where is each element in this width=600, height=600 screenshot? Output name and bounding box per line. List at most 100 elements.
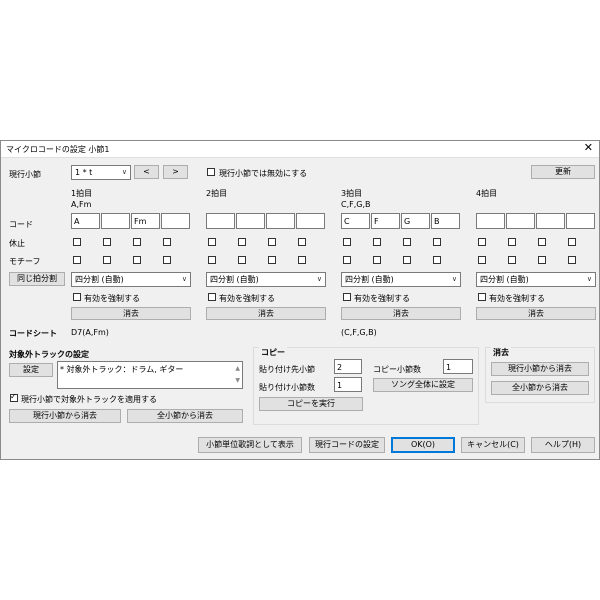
beat-3-chord-4[interactable]: B	[431, 213, 460, 229]
beat-2-chord-4[interactable]	[296, 213, 325, 229]
beat-3-chords-summary: C,F,G,B	[341, 200, 371, 209]
chevron-down-icon: ∨	[181, 275, 187, 283]
beat-2-motif-checkbox-3[interactable]	[268, 256, 276, 264]
beat-1-chords-summary: A,Fm	[71, 200, 92, 209]
beat-4-motif-checkbox-2[interactable]	[508, 256, 516, 264]
run-copy-button[interactable]: コピーを実行	[259, 397, 363, 411]
beat-3-rest-checkbox-2[interactable]	[373, 238, 381, 246]
beat-2-rest-checkbox-1[interactable]	[208, 238, 216, 246]
whole-song-button[interactable]: ソング全体に設定	[373, 378, 473, 392]
beat-2-force-checkbox[interactable]	[208, 293, 216, 301]
beat-1-clear-button[interactable]: 消去	[71, 307, 191, 320]
show-lyrics-button[interactable]: 小節単位歌詞として表示	[198, 437, 302, 453]
beat-3-chord-2[interactable]: F	[371, 213, 400, 229]
beat-3-force-checkbox[interactable]	[343, 293, 351, 301]
beat-3-motif-checkbox-2[interactable]	[373, 256, 381, 264]
beat-1-chord-2[interactable]	[101, 213, 130, 229]
beat-1-motif-checkbox-1[interactable]	[73, 256, 81, 264]
beat-4-chord-2[interactable]	[506, 213, 535, 229]
beat-1-motif-checkbox-4[interactable]	[163, 256, 171, 264]
refresh-button[interactable]: 更新	[531, 165, 595, 179]
beat-2-rest-checkbox-4[interactable]	[298, 238, 306, 246]
beat-1-rest-checkbox-2[interactable]	[103, 238, 111, 246]
beat-4-rest-checkbox-1[interactable]	[478, 238, 486, 246]
scroll-down-icon[interactable]: ▼	[235, 375, 240, 387]
beat-2-motif-checkbox-1[interactable]	[208, 256, 216, 264]
beat-3-rest-checkbox-4[interactable]	[433, 238, 441, 246]
beat-1-force-checkbox[interactable]	[73, 293, 81, 301]
measure-select-value: 1 * t	[75, 168, 93, 177]
beat-2-chord-1[interactable]	[206, 213, 235, 229]
chevron-down-icon: ∨	[316, 275, 322, 283]
same-split-button[interactable]: 同じ拍分割	[9, 272, 65, 286]
beat-3-label: 3拍目	[341, 189, 363, 198]
close-icon[interactable]: ✕	[584, 142, 593, 154]
beat-4-motif-checkbox-4[interactable]	[568, 256, 576, 264]
excluded-settings-button[interactable]: 設定	[9, 363, 53, 377]
beat-1-chord-3[interactable]: Fm	[131, 213, 160, 229]
disable-current-checkbox[interactable]	[207, 168, 215, 176]
beat-3-chord-3[interactable]: G	[401, 213, 430, 229]
measure-select[interactable]: 1 * t ∨	[71, 165, 131, 180]
beat-3-chord-1[interactable]: C	[341, 213, 370, 229]
beat-2-rest-checkbox-2[interactable]	[238, 238, 246, 246]
excluded-tracks-text: * 対象外トラック：ドラム, ギター	[60, 365, 184, 374]
beat-2-chord-2[interactable]	[236, 213, 265, 229]
beat-4-motif-checkbox-1[interactable]	[478, 256, 486, 264]
rest-row-label: 休止	[9, 239, 25, 248]
beat-1-chord-1[interactable]: A	[71, 213, 100, 229]
beat-1-rest-checkbox-1[interactable]	[73, 238, 81, 246]
beat-3-rest-checkbox-3[interactable]	[403, 238, 411, 246]
beat-1-split-value: 四分割 (自動)	[75, 275, 124, 284]
beat-3-motif-checkbox-1[interactable]	[343, 256, 351, 264]
beat-1-split-select[interactable]: 四分割 (自動) ∨	[71, 272, 191, 287]
window-title: マイクロコードの設定 小節1	[6, 145, 110, 154]
scroll-up-icon[interactable]: ▲	[235, 363, 240, 375]
paste-count-input[interactable]: 1	[334, 377, 362, 392]
next-measure-button[interactable]: >	[163, 165, 188, 179]
current-chord-settings-button[interactable]: 現行コードの設定	[309, 437, 385, 453]
beat-4-clear-button[interactable]: 消去	[476, 307, 596, 320]
beat-4-rest-checkbox-3[interactable]	[538, 238, 546, 246]
beat-3-motif-checkbox-3[interactable]	[403, 256, 411, 264]
beat-4-split-select[interactable]: 四分割 (自動) ∨	[476, 272, 596, 287]
beat-1-rest-checkbox-3[interactable]	[133, 238, 141, 246]
beat-2-chord-3[interactable]	[266, 213, 295, 229]
beat-2-motif-checkbox-4[interactable]	[298, 256, 306, 264]
beat-4-chord-3[interactable]	[536, 213, 565, 229]
excluded-clear-all-button[interactable]: 全小節から消去	[127, 409, 243, 423]
beat-1-motif-checkbox-2[interactable]	[103, 256, 111, 264]
beat-4-rest-checkbox-2[interactable]	[508, 238, 516, 246]
beat-3-force-label: 有効を強制する	[354, 294, 410, 303]
beat-2-split-select[interactable]: 四分割 (自動) ∨	[206, 272, 326, 287]
apply-excluded-checkbox[interactable]	[10, 392, 18, 402]
cancel-button[interactable]: キャンセル(C)	[461, 437, 525, 453]
beat-3-clear-button[interactable]: 消去	[341, 307, 461, 320]
prev-measure-button[interactable]: <	[134, 165, 159, 179]
beat-3-split-select[interactable]: 四分割 (自動) ∨	[341, 272, 461, 287]
beat-2-label: 2拍目	[206, 189, 228, 198]
help-button[interactable]: ヘルプ(H)	[531, 437, 595, 453]
excluded-clear-current-button[interactable]: 現行小節から消去	[9, 409, 121, 423]
erase-title: 消去	[491, 347, 511, 358]
beat-4-chord-4[interactable]	[566, 213, 595, 229]
beat-2-clear-button[interactable]: 消去	[206, 307, 326, 320]
ok-button[interactable]: OK(O)	[391, 437, 455, 453]
chevron-down-icon: ∨	[451, 275, 457, 283]
beat-2-rest-checkbox-3[interactable]	[268, 238, 276, 246]
beat-4-rest-checkbox-4[interactable]	[568, 238, 576, 246]
beat-1-motif-checkbox-3[interactable]	[133, 256, 141, 264]
copy-count-input[interactable]: 1	[443, 359, 473, 374]
beat-1-rest-checkbox-4[interactable]	[163, 238, 171, 246]
paste-dest-input[interactable]: 2	[334, 359, 362, 374]
erase-all-button[interactable]: 全小節から消去	[491, 381, 589, 395]
beat-4-force-checkbox[interactable]	[478, 293, 486, 301]
beat-4-chord-1[interactable]	[476, 213, 505, 229]
beat-3-rest-checkbox-1[interactable]	[343, 238, 351, 246]
beat-3-motif-checkbox-4[interactable]	[433, 256, 441, 264]
paste-dest-label: 貼り付け先小節	[259, 365, 315, 374]
beat-1-chord-4[interactable]	[161, 213, 190, 229]
beat-2-motif-checkbox-2[interactable]	[238, 256, 246, 264]
beat-4-motif-checkbox-3[interactable]	[538, 256, 546, 264]
erase-current-button[interactable]: 現行小節から消去	[491, 362, 589, 376]
